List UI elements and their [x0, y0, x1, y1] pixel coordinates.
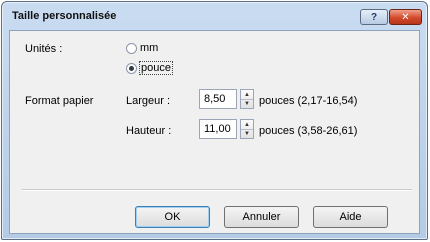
height-label: Hauteur : — [126, 125, 172, 137]
ok-button[interactable]: OK — [135, 206, 210, 228]
dialog-title: Taille personnalisée — [12, 10, 117, 22]
width-down-arrow-icon[interactable]: ▼ — [241, 99, 253, 108]
units-label: Unités : — [25, 43, 63, 55]
radio-mm-circle[interactable] — [126, 42, 137, 54]
title-bar[interactable]: Taille personnalisée ? ✕ — [2, 2, 427, 30]
width-spinner[interactable]: ▲ ▼ — [240, 89, 254, 109]
help-button[interactable]: Aide — [313, 206, 388, 228]
close-button[interactable]: ✕ — [389, 9, 422, 25]
width-range: pouces (2,17-16,54) — [259, 95, 358, 107]
radio-mm-label: mm — [140, 42, 159, 54]
radio-pouce-label: pouce — [139, 61, 173, 75]
width-field[interactable]: 8,50 — [199, 89, 237, 109]
separator — [22, 189, 412, 191]
custom-size-dialog: Taille personnalisée ? ✕ Unités : mm pou… — [1, 1, 428, 240]
height-spinner[interactable]: ▲ ▼ — [240, 119, 254, 139]
width-label: Largeur : — [126, 95, 171, 107]
question-icon: ? — [370, 11, 378, 23]
close-icon: ✕ — [401, 11, 410, 23]
cancel-button[interactable]: Annuler — [224, 206, 299, 228]
radio-mm[interactable]: mm — [126, 42, 158, 54]
dialog-body: Unités : mm pouce Format papier Largeur … — [9, 30, 420, 234]
height-field[interactable]: 11,00 — [199, 119, 237, 139]
help-title-button[interactable]: ? — [360, 9, 388, 25]
radio-selected-dot — [129, 65, 134, 71]
radio-pouce[interactable]: pouce — [126, 61, 173, 75]
height-range: pouces (3,58-26,61) — [259, 125, 358, 137]
height-down-arrow-icon[interactable]: ▼ — [241, 129, 253, 138]
paper-size-label: Format papier — [25, 95, 94, 107]
radio-pouce-circle[interactable] — [126, 62, 137, 74]
